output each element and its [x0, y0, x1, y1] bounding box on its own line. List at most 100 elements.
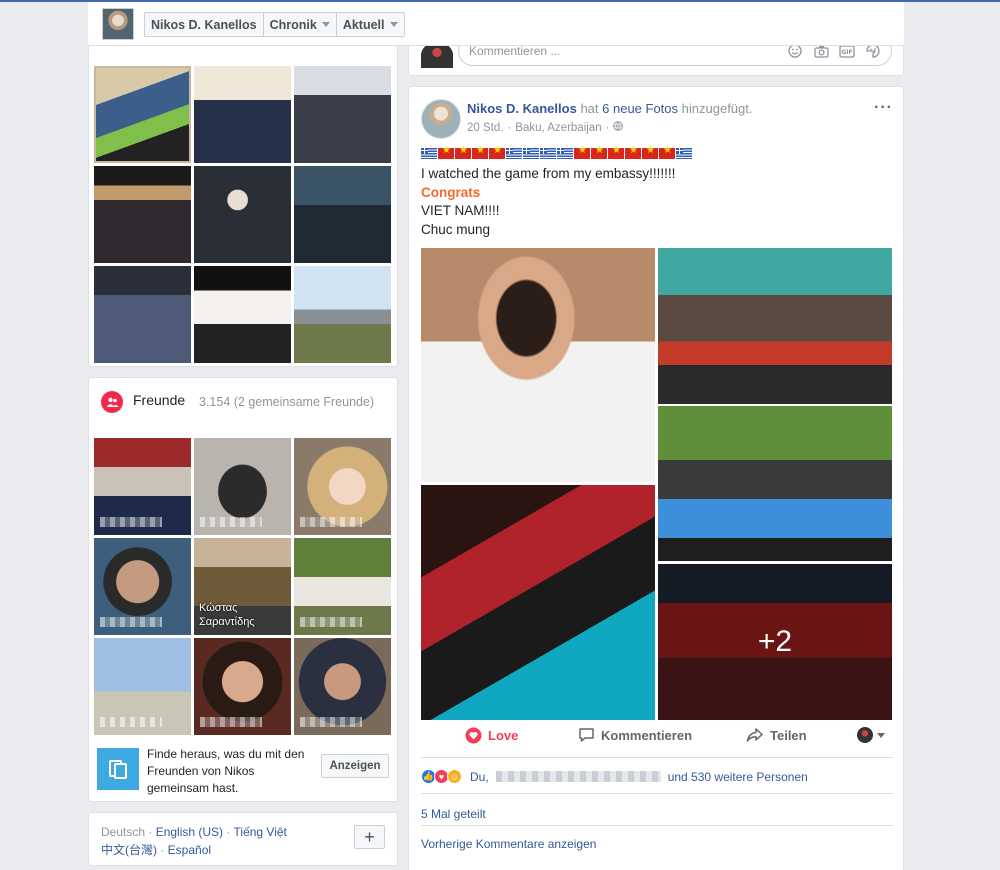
globe-icon [613, 121, 624, 134]
chevron-down-icon [321, 22, 330, 27]
post-time[interactable]: 20 Std. [467, 122, 503, 134]
post-actions: Love Kommentieren Teilen [421, 717, 893, 753]
post-photo-5[interactable]: +2 [658, 564, 892, 720]
friends-count: 3.154 (2 gemeinsame Freunde) [199, 395, 375, 409]
photo-thumb[interactable] [194, 66, 291, 163]
divider [421, 793, 893, 794]
profile-avatar[interactable] [102, 8, 134, 40]
vietnam-flag-icon [625, 145, 641, 159]
photo-thumb[interactable] [194, 166, 291, 263]
post-photo-4[interactable] [421, 485, 655, 720]
love-button[interactable]: Love [465, 727, 518, 744]
greece-flag-icon [506, 148, 522, 159]
chevron-down-icon [389, 22, 398, 27]
svg-text:GIF: GIF [841, 49, 852, 56]
friends-title[interactable]: Freunde [133, 392, 185, 408]
greece-flag-icon [421, 148, 437, 159]
post-photo-3[interactable] [658, 406, 892, 561]
friend-name-blurred [100, 717, 162, 727]
friends-grid: Κώστας Σαραντίδης [94, 438, 391, 735]
vietnam-flag-icon [472, 145, 488, 159]
post-text: I watched the game from my embassy!!!!!!… [421, 166, 676, 237]
friend-tile[interactable]: Κώστας Σαραντίδης [194, 538, 291, 635]
post-as-selector[interactable] [857, 727, 885, 743]
friends-card: Freunde 3.154 (2 gemeinsame Freunde) Κώσ… [88, 377, 398, 802]
post-location[interactable]: Baku, Azerbaijan [515, 122, 601, 134]
previous-comments-link[interactable]: Vorherige Kommentare anzeigen [421, 837, 596, 851]
comment-icon [579, 728, 594, 742]
greece-flag-icon [523, 148, 539, 159]
profile-nav: Nikos D. Kanellos Chronik Aktuell [144, 12, 405, 37]
post-card: Nikos D. Kanellos hat 6 neue Fotos hinzu… [408, 86, 904, 870]
selector-avatar [857, 727, 873, 743]
photo-thumb[interactable] [194, 266, 291, 363]
reactions-summary[interactable]: 👍 ♥ ☺ Du, und 530 weitere Personen [421, 769, 808, 784]
show-button[interactable]: Anzeigen [321, 754, 389, 778]
language-link-zh[interactable]: 中文(台灣) [101, 843, 157, 857]
post-photo-2[interactable] [658, 248, 892, 404]
comment-button[interactable]: Kommentieren [578, 727, 692, 743]
vietnam-flag-icon [438, 145, 454, 159]
vietnam-flag-icon [591, 145, 607, 159]
vietnam-flag-icon [608, 145, 624, 159]
greece-flag-icon [676, 148, 692, 159]
greece-flag-icon [557, 148, 573, 159]
photo-thumb[interactable] [294, 266, 391, 363]
reactor-names-blurred [495, 771, 661, 782]
divider [421, 757, 893, 758]
photo-thumb[interactable] [94, 66, 191, 163]
language-current: Deutsch [101, 825, 146, 839]
share-icon [746, 728, 763, 742]
language-row-2: 中文(台灣) · Español [101, 843, 212, 857]
vietnam-flag-icon [574, 145, 590, 159]
heart-icon [465, 727, 482, 743]
greece-flag-icon [540, 148, 556, 159]
friend-tile[interactable] [94, 638, 191, 735]
tab-aktuell[interactable]: Aktuell [337, 13, 404, 36]
language-link-en[interactable]: English (US) [156, 825, 223, 839]
post-photo-1[interactable] [421, 248, 655, 482]
shares-count[interactable]: 5 Mal geteilt [421, 807, 486, 821]
language-row-1: Deutsch · English (US) · Tiếng Việt [101, 825, 287, 839]
add-language-button[interactable]: + [354, 825, 385, 849]
share-button[interactable]: Teilen [746, 727, 807, 743]
friend-name-blurred [300, 717, 362, 727]
flag-emoji-row [421, 145, 692, 159]
find-common-friends: Finde heraus, was du mit den Freunden vo… [97, 746, 392, 796]
new-photos-link[interactable]: 6 neue Fotos [602, 101, 678, 116]
language-card: Deutsch · English (US) · Tiếng Việt 中文(台… [88, 812, 398, 866]
language-link-es[interactable]: Español [168, 843, 211, 857]
friend-tile[interactable] [294, 638, 391, 735]
more-photos-overlay[interactable]: +2 [658, 564, 892, 720]
photo-thumb[interactable] [294, 166, 391, 263]
chevron-down-icon [877, 732, 885, 738]
vietnam-flag-icon [489, 145, 505, 159]
photos-grid [94, 66, 391, 363]
friend-tile[interactable] [194, 438, 291, 535]
friend-tile[interactable] [294, 438, 391, 535]
author-name[interactable]: Nikos D. Kanellos [467, 101, 577, 116]
language-link-vi[interactable]: Tiếng Việt [234, 825, 287, 839]
photo-thumb[interactable] [294, 66, 391, 163]
friend-name[interactable]: Κώστας Σαραντίδης [199, 601, 279, 629]
friend-name-blurred [100, 617, 162, 627]
divider [421, 825, 893, 826]
friend-tile[interactable] [294, 538, 391, 635]
post-options-button[interactable]: ··· [874, 99, 893, 117]
congrats-text: Congrats [421, 184, 481, 200]
photo-thumb[interactable] [94, 166, 191, 263]
friends-compare-icon [97, 748, 139, 790]
friend-tile[interactable] [94, 538, 191, 635]
friend-tile[interactable] [194, 638, 291, 735]
author-avatar[interactable] [421, 99, 461, 139]
photos-card [88, 40, 398, 367]
find-common-text: Finde heraus, was du mit den Freunden vo… [147, 747, 305, 795]
friend-tile[interactable] [94, 438, 191, 535]
tab-chronik[interactable]: Chronik [264, 13, 337, 36]
friend-name-blurred [300, 617, 362, 627]
profile-name-tab[interactable]: Nikos D. Kanellos [145, 13, 264, 36]
friend-name-blurred [300, 517, 362, 527]
vietnam-flag-icon [659, 145, 675, 159]
photo-thumb[interactable] [94, 266, 191, 363]
friend-name-blurred [200, 717, 262, 727]
